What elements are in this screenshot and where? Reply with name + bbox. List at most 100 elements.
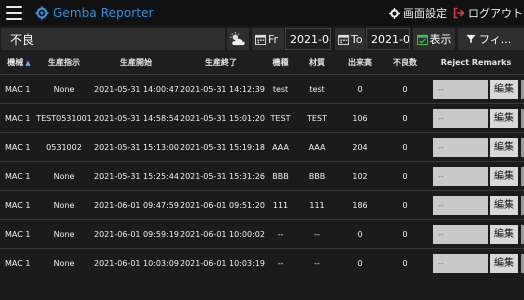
cell-production-end: 2021-05-31 15:19:18 [180, 143, 265, 152]
reject-remark-input[interactable] [433, 225, 488, 244]
cell-production-order: None [53, 201, 75, 210]
cell-output: 186 [352, 201, 368, 210]
cell-production-end: 2021-05-31 14:12:39 [180, 85, 265, 94]
cell-material: -- [314, 230, 320, 239]
cell-production-order: None [53, 172, 75, 181]
sort-ascending-icon: ▲ [25, 59, 31, 67]
edit-button[interactable]: 編集 [490, 196, 518, 215]
cell-machine: MAC 1 [5, 143, 31, 152]
cell-defects: 0 [402, 230, 408, 239]
date-from-label[interactable]: Fr [252, 28, 284, 50]
cell-output: 106 [352, 114, 368, 123]
cell-production-order: TEST0531001 [36, 114, 92, 123]
brand-name: Gemba Reporter [53, 6, 154, 20]
table-row: MAC 1 TEST0531001 2021-05-31 14:58:54 2021-… [0, 103, 524, 132]
menu-line [6, 6, 22, 8]
edit-button[interactable]: 編集 [490, 80, 518, 99]
table-row: MAC 1 None 2021-05-31 14:00:47 2021-05-31 1… [0, 74, 524, 103]
search-input[interactable] [1, 28, 225, 50]
partly-cloudy-icon [230, 32, 245, 46]
weather-button[interactable] [227, 28, 249, 50]
cell-production-start: 2021-06-01 10:03:09 [94, 259, 179, 268]
cell-production-order: None [53, 230, 75, 239]
column-header-production-end[interactable]: 生産終了 [180, 52, 262, 74]
column-header-model[interactable]: 機種 [265, 52, 296, 74]
filter-button[interactable]: フィ... [458, 28, 524, 50]
cell-material: 111 [309, 201, 325, 210]
reject-remark-input[interactable] [433, 138, 488, 157]
cell-production-end: 2021-06-01 09:51:20 [180, 201, 265, 210]
reject-remark-input[interactable] [433, 80, 488, 99]
cell-defects: 0 [402, 259, 408, 268]
cell-production-start: 2021-05-31 14:00:47 [94, 85, 179, 94]
cell-production-order: 0531002 [46, 143, 82, 152]
date-to-label[interactable]: To [335, 28, 365, 50]
show-label: 表示 [429, 33, 452, 46]
date-from-input[interactable] [285, 28, 331, 50]
calendar-icon [255, 34, 266, 45]
cell-machine: MAC 1 [5, 114, 31, 123]
app-root: Gemba Reporter 画面設定 ログアウト 不良 Fr 2021-04 … [0, 0, 524, 300]
top-bar: Gemba Reporter 画面設定 ログアウト [0, 0, 524, 26]
cell-output: 0 [357, 230, 363, 239]
cog-brand-icon [35, 6, 49, 20]
cell-machine: MAC 1 [5, 201, 31, 210]
edit-button[interactable]: 編集 [490, 109, 518, 128]
reject-remark-input[interactable] [433, 109, 488, 128]
column-header-output[interactable]: 出来高 [338, 52, 382, 74]
column-header-machine[interactable]: 機械 ▲ [0, 52, 33, 74]
cell-production-start: 2021-05-31 15:13:00 [94, 143, 179, 152]
cell-production-order: None [53, 259, 75, 268]
cell-defects: 0 [402, 143, 408, 152]
screen-settings-link[interactable]: 画面設定 [389, 6, 447, 20]
edit-button[interactable]: 編集 [490, 254, 518, 273]
cell-model: BBB [272, 172, 289, 181]
show-button[interactable]: 表示 [413, 28, 455, 50]
gear-icon [389, 7, 400, 19]
cell-production-start: 2021-05-31 14:58:54 [94, 114, 179, 123]
reject-remark-input[interactable] [433, 196, 488, 215]
cell-production-order: None [53, 85, 75, 94]
table-row: MAC 1 None 2021-06-01 09:59:19 2021-06-01 1… [0, 219, 524, 248]
cell-material: TEST [307, 114, 327, 123]
table-row: MAC 1 None 2021-05-31 15:25:44 2021-05-31 1… [0, 161, 524, 190]
cell-output: 102 [352, 172, 368, 181]
reject-remark-input[interactable] [433, 254, 488, 273]
date-to-text: To [351, 32, 363, 46]
brand-logo[interactable]: Gemba Reporter [35, 5, 154, 21]
edit-button[interactable]: 編集 [490, 167, 518, 186]
hamburger-menu-button[interactable] [6, 6, 22, 20]
cell-machine: MAC 1 [5, 259, 31, 268]
menu-line [6, 12, 22, 14]
column-header-label: 機械 [7, 58, 24, 67]
cell-defects: 0 [402, 172, 408, 181]
table-row: MAC 1 None 2021-06-01 09:47:59 2021-06-01 0… [0, 190, 524, 219]
cell-production-start: 2021-05-31 15:25:44 [94, 172, 179, 181]
logout-link[interactable]: ログアウト [453, 6, 523, 20]
logout-icon [453, 7, 465, 19]
cell-production-start: 2021-06-01 09:59:19 [94, 230, 179, 239]
edit-button[interactable]: 編集 [490, 225, 518, 244]
column-header-reject-remarks[interactable]: Reject Remarks [432, 52, 520, 74]
filter-label: フィ... [479, 33, 512, 46]
edit-button[interactable]: 編集 [490, 138, 518, 157]
funnel-icon [466, 34, 476, 44]
cell-output: 204 [352, 143, 368, 152]
cell-machine: MAC 1 [5, 230, 31, 239]
cell-defects: 0 [402, 201, 408, 210]
date-to-input[interactable] [366, 28, 410, 50]
column-header-production-start[interactable]: 生産開始 [94, 52, 178, 74]
cell-production-end: 2021-06-01 10:00:02 [180, 230, 265, 239]
cell-model: -- [277, 259, 284, 268]
screen-settings-label: 画面設定 [403, 7, 447, 20]
column-header-production-order[interactable]: 生産指示 [36, 52, 92, 74]
column-header-material[interactable]: 材質 [300, 52, 334, 74]
cell-defects: 0 [402, 114, 408, 123]
cell-model: AAA [272, 143, 289, 152]
column-header-defects[interactable]: 不良数 [383, 52, 427, 74]
reject-remark-input[interactable] [433, 167, 488, 186]
table-row: MAC 1 None 2021-06-01 10:03:09 2021-06-01 1… [0, 248, 524, 277]
cell-output: 0 [357, 259, 363, 268]
date-from-text: Fr [268, 32, 279, 46]
cell-material: AAA [308, 143, 326, 152]
